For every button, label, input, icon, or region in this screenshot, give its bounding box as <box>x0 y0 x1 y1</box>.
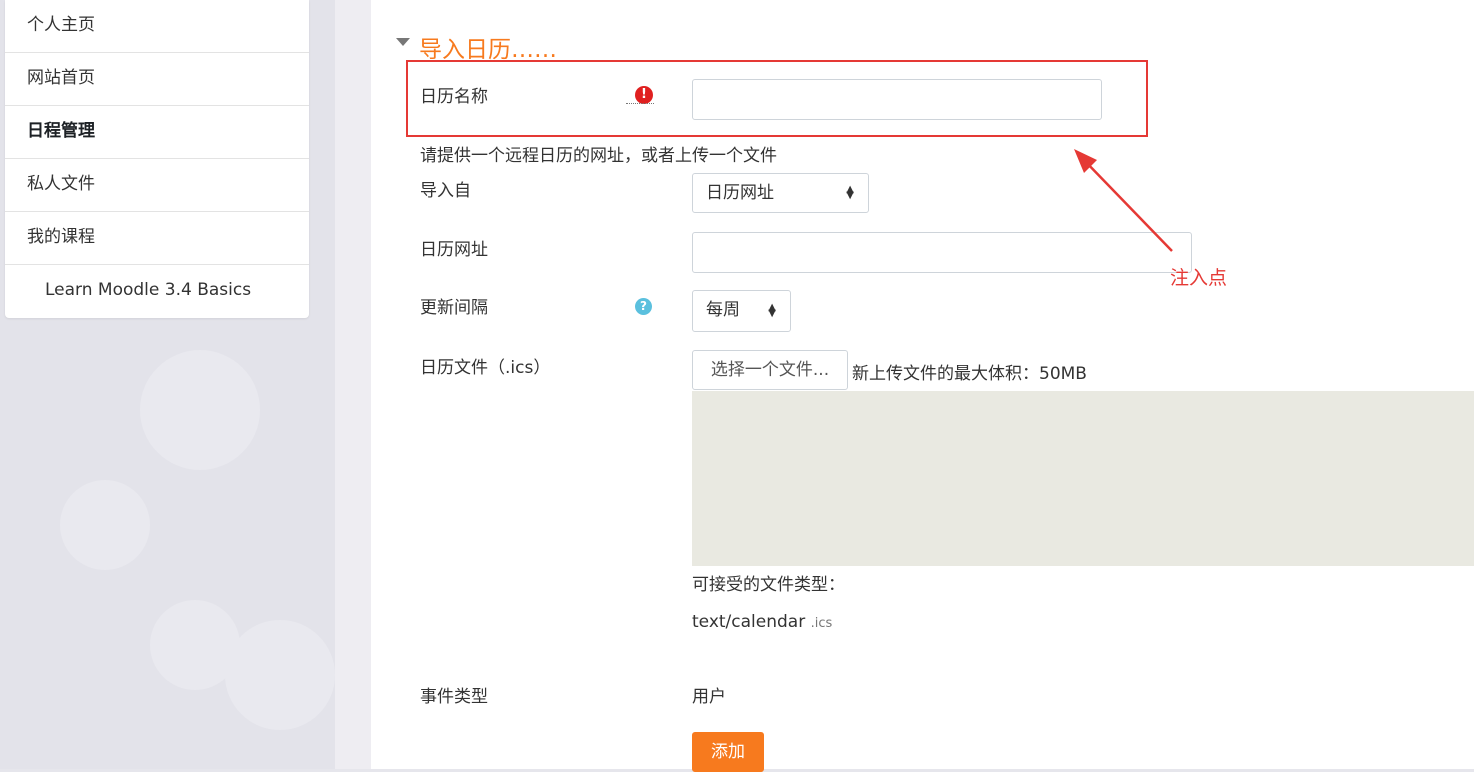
nav-item-course[interactable]: Learn Moodle 3.4 Basics <box>5 265 309 318</box>
import-from-label: 导入自 <box>420 181 471 201</box>
nav-item-calendar[interactable]: 日程管理 <box>5 106 309 159</box>
caret-down-icon[interactable] <box>396 38 410 46</box>
accepted-type-ext: .ics <box>810 616 833 631</box>
section-title[interactable]: 导入日历…… <box>419 30 557 64</box>
select-arrows-icon: ▲ ▼ <box>846 184 854 201</box>
max-size-text: 新上传文件的最大体积：50MB <box>852 364 1087 384</box>
event-type-value: 用户 <box>692 687 726 707</box>
update-interval-select[interactable]: 每周 ▲ ▼ <box>692 290 791 332</box>
accepted-types-label: 可接受的文件类型： <box>692 575 845 595</box>
accepted-type-item: text/calendar .ics <box>692 612 832 632</box>
import-from-value: 日历网址 <box>706 183 774 203</box>
nav-item-my-courses[interactable]: 我的课程 <box>5 212 309 265</box>
decorative-circle <box>225 620 335 730</box>
choose-file-button[interactable]: 选择一个文件... <box>692 350 848 390</box>
annotation-label: 注入点 <box>1170 267 1228 289</box>
help-icon[interactable]: ? <box>635 298 652 315</box>
import-from-select[interactable]: 日历网址 ▲ ▼ <box>692 173 869 213</box>
nav-item-site-home[interactable]: 网站首页 <box>5 53 309 106</box>
decorative-circle <box>60 480 150 570</box>
form-hint: 请提供一个远程日历的网址，或者上传一个文件 <box>420 146 777 166</box>
calendar-file-label: 日历文件（.ics） <box>420 358 551 378</box>
calendar-url-label: 日历网址 <box>420 240 488 260</box>
update-interval-label: 更新间隔 <box>420 298 488 318</box>
event-type-label: 事件类型 <box>420 687 488 707</box>
decorative-circle <box>140 350 260 470</box>
accepted-type-mime: text/calendar <box>692 612 806 632</box>
add-button[interactable]: 添加 <box>692 732 764 772</box>
nav-item-dashboard[interactable]: 个人主页 <box>5 0 309 53</box>
divider-strip <box>335 0 371 769</box>
annotation-highlight-box <box>406 60 1148 137</box>
update-interval-value: 每周 <box>706 300 740 320</box>
annotation-arrow-icon <box>1074 149 1173 252</box>
select-arrows-icon: ▲ ▼ <box>768 302 776 319</box>
file-dropzone[interactable] <box>692 391 1474 566</box>
sidebar-nav: 个人主页 网站首页 日程管理 私人文件 我的课程 Learn Moodle 3.… <box>5 0 309 318</box>
nav-item-private-files[interactable]: 私人文件 <box>5 159 309 212</box>
